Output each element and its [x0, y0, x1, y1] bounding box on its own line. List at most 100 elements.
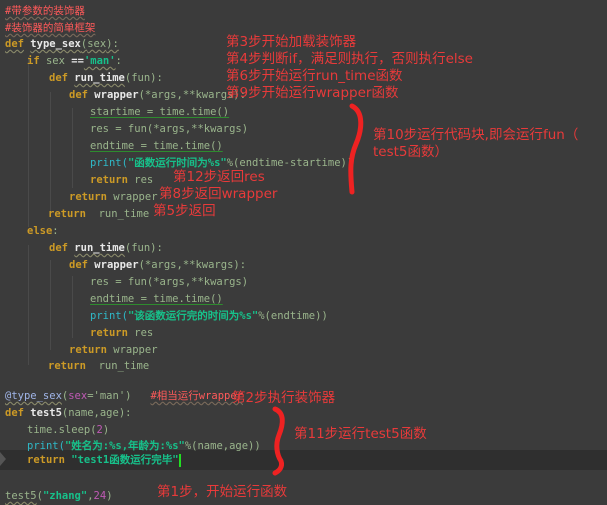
builtin: print	[90, 310, 122, 322]
function-name: run_time	[74, 72, 125, 84]
code-line-def-run-time: def run_time(fun):	[49, 72, 163, 84]
keyword: def	[49, 242, 68, 254]
function-name: wrapper	[94, 89, 139, 101]
expression: %(endtime))	[258, 310, 328, 322]
indent-guide	[28, 57, 29, 227]
code-line: startime = time.time()	[90, 104, 229, 121]
code-line-return: return res	[90, 172, 153, 189]
code-line-def-test5: def test5(name,age):	[5, 407, 132, 419]
code-line-def-run-time: def run_time(fun):	[49, 242, 163, 254]
builtin: print	[90, 157, 122, 169]
code-line: endtime = time.time()	[90, 138, 223, 155]
string: "该函数运行完的时间为%s"	[127, 310, 259, 322]
code-editor[interactable]: #带参数的装饰器 #装饰器的简单框架 def type_sex(sex): if…	[0, 0, 607, 505]
statement: endtime = time.time()	[90, 140, 223, 152]
expression: %(endtime-startime))	[226, 157, 354, 169]
expression: %(name,age))	[184, 440, 261, 452]
code-line-print: print("该函数运行完的时间为%s"%(endtime))	[90, 310, 328, 322]
annotation-step4: 第4步判断if，满足则执行，否则执行else	[226, 51, 473, 67]
keyword: return	[48, 360, 86, 372]
annotation-step9: 第9步开始运行wrapper函数	[226, 85, 399, 101]
indent-guide	[50, 260, 51, 350]
code-line-return: return "test1函数运行完毕"	[27, 452, 181, 469]
code-line-return: return res	[90, 325, 153, 342]
keyword: return	[69, 344, 107, 356]
param: name,age	[68, 407, 119, 419]
fold-marker-icon[interactable]	[0, 452, 6, 466]
keyword: def	[5, 38, 24, 50]
comment: #带参数的装饰器	[5, 5, 85, 17]
operator: ==	[71, 55, 84, 67]
param: fun	[131, 72, 151, 84]
indent-guide	[50, 92, 51, 212]
statement: startime = time.time()	[90, 106, 230, 118]
keyword: def	[5, 407, 24, 419]
keyword: def	[69, 259, 88, 271]
red-brace-icon	[272, 406, 285, 476]
identifier: run_time	[98, 360, 150, 372]
indent-guide	[72, 276, 73, 338]
decorator: @type_sex	[5, 390, 62, 402]
annotation-step1: 第1步，开始运行函数	[157, 484, 288, 500]
statement: time.sleep(	[27, 424, 97, 436]
code-line: endtime = time.time()	[90, 291, 223, 308]
identifier: run_time	[98, 208, 150, 220]
function-name: test5	[30, 407, 62, 419]
param: *args,**kwargs	[144, 89, 234, 101]
statement: res = fun(*args,**kwargs)	[90, 123, 249, 135]
code-line-return: return run_time	[48, 206, 149, 223]
keyword: else	[27, 225, 53, 237]
function-call: test5	[5, 490, 37, 502]
code-line: res = fun(*args,**kwargs)	[90, 274, 248, 291]
identifier: wrapper	[113, 344, 158, 356]
code-line: time.sleep(2)	[27, 424, 110, 436]
code-line-call: test5("zhang",24)	[5, 490, 113, 502]
annotation-step12: 第12步返回res	[173, 169, 265, 185]
statement: res = fun(*args,**kwargs)	[90, 276, 249, 288]
keyword: return	[69, 191, 107, 203]
param: fun	[131, 242, 151, 254]
string: "姓名为:%s,年龄为:%s"	[64, 440, 185, 452]
string: "zhang"	[42, 490, 88, 502]
identifier: res	[134, 327, 154, 339]
string: 'man'	[93, 390, 126, 402]
string: "test1函数运行完毕"	[71, 454, 179, 466]
annotation-step8: 第8步返回wrapper	[159, 186, 278, 202]
text-caret	[178, 453, 181, 467]
number: 24	[93, 490, 107, 502]
builtin: print	[27, 440, 59, 452]
keyword: def	[69, 89, 88, 101]
keyword-arg: sex	[68, 390, 88, 402]
identifier: res	[134, 174, 154, 186]
code-line-return: return wrapper	[69, 189, 158, 206]
string: 'man'	[83, 55, 116, 67]
code-line-decorator: @type_sex(sex='man') #相当运行wrapper	[5, 390, 244, 402]
code-line-def-wrapper: def wrapper(*args,**kwargs):	[69, 259, 247, 271]
param: *args,**kwargs	[144, 259, 234, 271]
annotation-step3: 第3步开始加载装饰器	[226, 34, 357, 50]
function-name: wrapper	[94, 259, 139, 271]
keyword: return	[90, 174, 128, 186]
code-line-else: else:	[27, 225, 59, 237]
keyword: return	[48, 208, 86, 220]
param: sex	[87, 38, 107, 50]
keyword: return	[27, 454, 65, 466]
keyword: return	[90, 327, 128, 339]
function-name: type_sex	[30, 38, 81, 50]
keyword: def	[49, 72, 68, 84]
annotation-step10: 第10步运行代码块,即会运行fun（ test5函数）	[373, 127, 579, 160]
code-line-if: if sex =='man':	[27, 55, 122, 67]
keyword: if	[27, 55, 40, 67]
annotation-step11: 第11步运行test5函数	[294, 426, 427, 442]
indent-guide	[72, 108, 73, 188]
string: "函数运行时间为%s"	[127, 157, 227, 169]
identifier: sex	[45, 55, 65, 67]
comment: #装饰器的简单框架	[5, 22, 96, 34]
code-line-return: return run_time	[48, 358, 149, 375]
identifier: wrapper	[113, 191, 158, 203]
indent-guide	[28, 245, 29, 365]
annotation-step5: 第5步返回	[153, 203, 216, 219]
code-line-return: return wrapper	[69, 342, 158, 359]
annotation-step6: 第6步开始运行run_time函数	[226, 68, 403, 84]
red-brace-icon	[348, 103, 364, 195]
